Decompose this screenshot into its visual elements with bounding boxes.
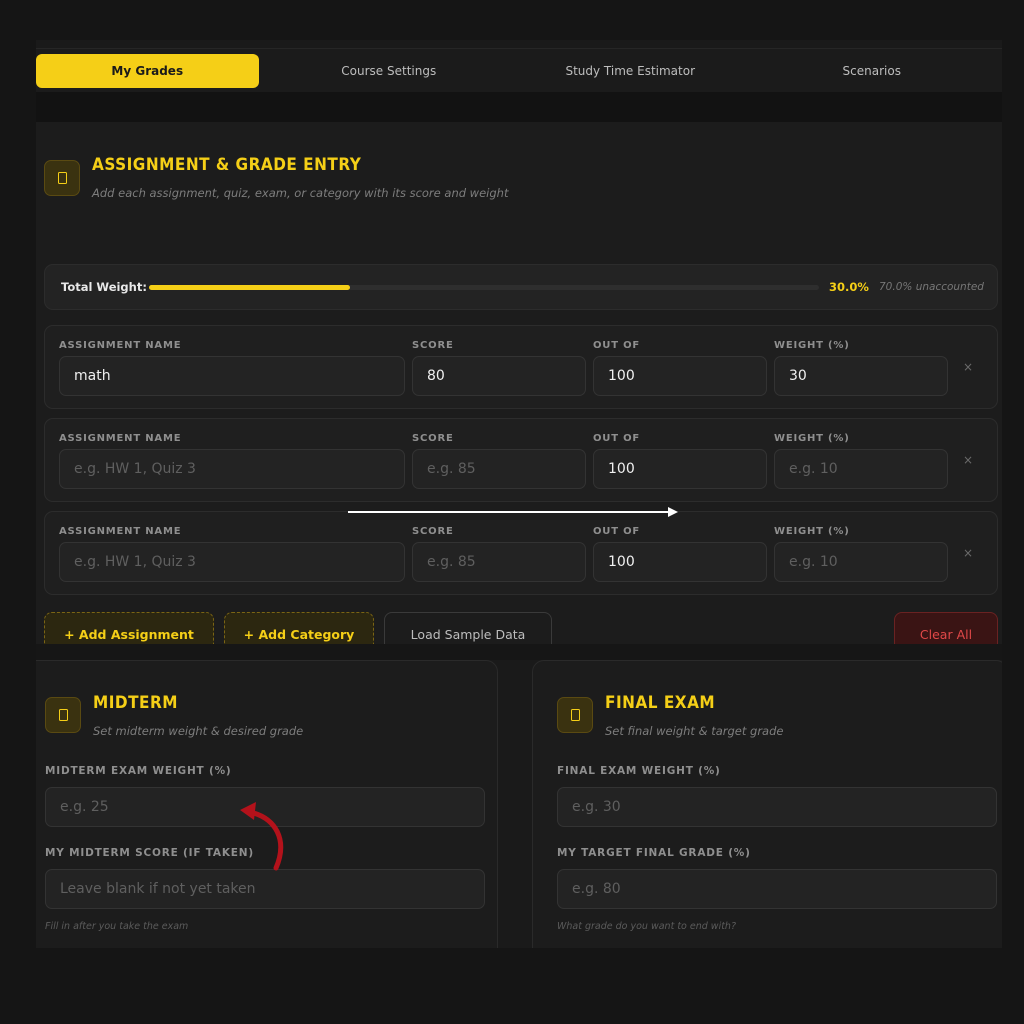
midterm-score-label: MY MIDTERM SCORE (IF TAKEN) bbox=[45, 847, 254, 859]
document-icon bbox=[557, 697, 593, 733]
assignment-name-label: ASSIGNMENT NAME bbox=[59, 433, 182, 444]
remove-row-button[interactable]: × bbox=[963, 360, 973, 374]
score-label: SCORE bbox=[412, 340, 454, 351]
assignment-name-input[interactable] bbox=[59, 356, 405, 396]
assignment-row: ASSIGNMENT NAME SCORE OUT OF WEIGHT (%) … bbox=[44, 325, 998, 409]
document-icon bbox=[44, 160, 80, 196]
weight-input[interactable] bbox=[774, 356, 948, 396]
midterm-subtitle: Set midterm weight & desired grade bbox=[93, 724, 304, 738]
final-exam-hint: What grade do you want to end with? bbox=[557, 921, 736, 932]
tab-scenarios[interactable]: Scenarios bbox=[761, 54, 984, 88]
score-input[interactable] bbox=[412, 356, 586, 396]
entry-title: ASSIGNMENT & GRADE ENTRY bbox=[92, 155, 362, 175]
annotation-arrow-head bbox=[668, 507, 678, 517]
assignment-name-input[interactable] bbox=[59, 449, 405, 489]
score-label: SCORE bbox=[412, 526, 454, 537]
final-exam-panel: FINAL EXAM Set final weight & target gra… bbox=[532, 660, 1002, 948]
midterm-score-input[interactable] bbox=[45, 869, 485, 909]
final-exam-title: FINAL EXAM bbox=[605, 693, 716, 713]
out-of-label: OUT OF bbox=[593, 433, 641, 444]
section-divider bbox=[36, 644, 1002, 660]
final-exam-subtitle: Set final weight & target grade bbox=[605, 724, 784, 738]
curved-arrow-icon bbox=[240, 802, 284, 871]
remove-row-button[interactable]: × bbox=[963, 546, 973, 560]
weight-unaccounted: 70.0% unaccounted bbox=[879, 281, 984, 293]
out-of-input[interactable] bbox=[593, 542, 767, 582]
out-of-label: OUT OF bbox=[593, 526, 641, 537]
score-label: SCORE bbox=[412, 433, 454, 444]
tab-my-grades[interactable]: My Grades bbox=[36, 53, 259, 88]
weight-label: WEIGHT (%) bbox=[774, 433, 850, 444]
tab-study-time-estimator[interactable]: Study Time Estimator bbox=[519, 54, 742, 88]
weight-input[interactable] bbox=[774, 542, 948, 582]
out-of-label: OUT OF bbox=[593, 340, 641, 351]
total-weight-card: Total Weight: 30.0% 70.0% unaccounted bbox=[44, 264, 998, 310]
score-input[interactable] bbox=[412, 449, 586, 489]
weight-progress-track bbox=[149, 285, 819, 290]
assignment-name-input[interactable] bbox=[59, 542, 405, 582]
assignment-entry-panel: ASSIGNMENT & GRADE ENTRY Add each assign… bbox=[36, 122, 1002, 656]
target-grade-label: MY TARGET FINAL GRADE (%) bbox=[557, 847, 751, 859]
weight-label: WEIGHT (%) bbox=[774, 526, 850, 537]
remove-row-button[interactable]: × bbox=[963, 453, 973, 467]
tab-bar: My Grades Course Settings Study Time Est… bbox=[36, 48, 1002, 92]
tab-divider bbox=[36, 92, 1002, 122]
app-window: My Grades Course Settings Study Time Est… bbox=[36, 40, 1002, 948]
weight-input[interactable] bbox=[774, 449, 948, 489]
midterm-title: MIDTERM bbox=[93, 693, 178, 713]
weight-progress-fill bbox=[149, 285, 350, 290]
assignment-name-label: ASSIGNMENT NAME bbox=[59, 526, 182, 537]
assignment-name-label: ASSIGNMENT NAME bbox=[59, 340, 182, 351]
midterm-weight-label: MIDTERM EXAM WEIGHT (%) bbox=[45, 765, 232, 777]
total-weight-label: Total Weight: bbox=[61, 280, 147, 294]
document-icon bbox=[45, 697, 81, 733]
out-of-input[interactable] bbox=[593, 356, 767, 396]
target-grade-input[interactable] bbox=[557, 869, 997, 909]
assignment-row: ASSIGNMENT NAME SCORE OUT OF WEIGHT (%) … bbox=[44, 418, 998, 502]
midterm-hint: Fill in after you take the exam bbox=[45, 921, 189, 932]
final-weight-input[interactable] bbox=[557, 787, 997, 827]
final-weight-label: FINAL EXAM WEIGHT (%) bbox=[557, 765, 721, 777]
assignment-row: ASSIGNMENT NAME SCORE OUT OF WEIGHT (%) … bbox=[44, 511, 998, 595]
total-weight-percent: 30.0% bbox=[829, 280, 869, 294]
weight-label: WEIGHT (%) bbox=[774, 340, 850, 351]
out-of-input[interactable] bbox=[593, 449, 767, 489]
entry-subtitle: Add each assignment, quiz, exam, or cate… bbox=[92, 186, 509, 200]
tab-course-settings[interactable]: Course Settings bbox=[278, 54, 501, 88]
score-input[interactable] bbox=[412, 542, 586, 582]
annotation-arrow-line bbox=[348, 511, 670, 513]
